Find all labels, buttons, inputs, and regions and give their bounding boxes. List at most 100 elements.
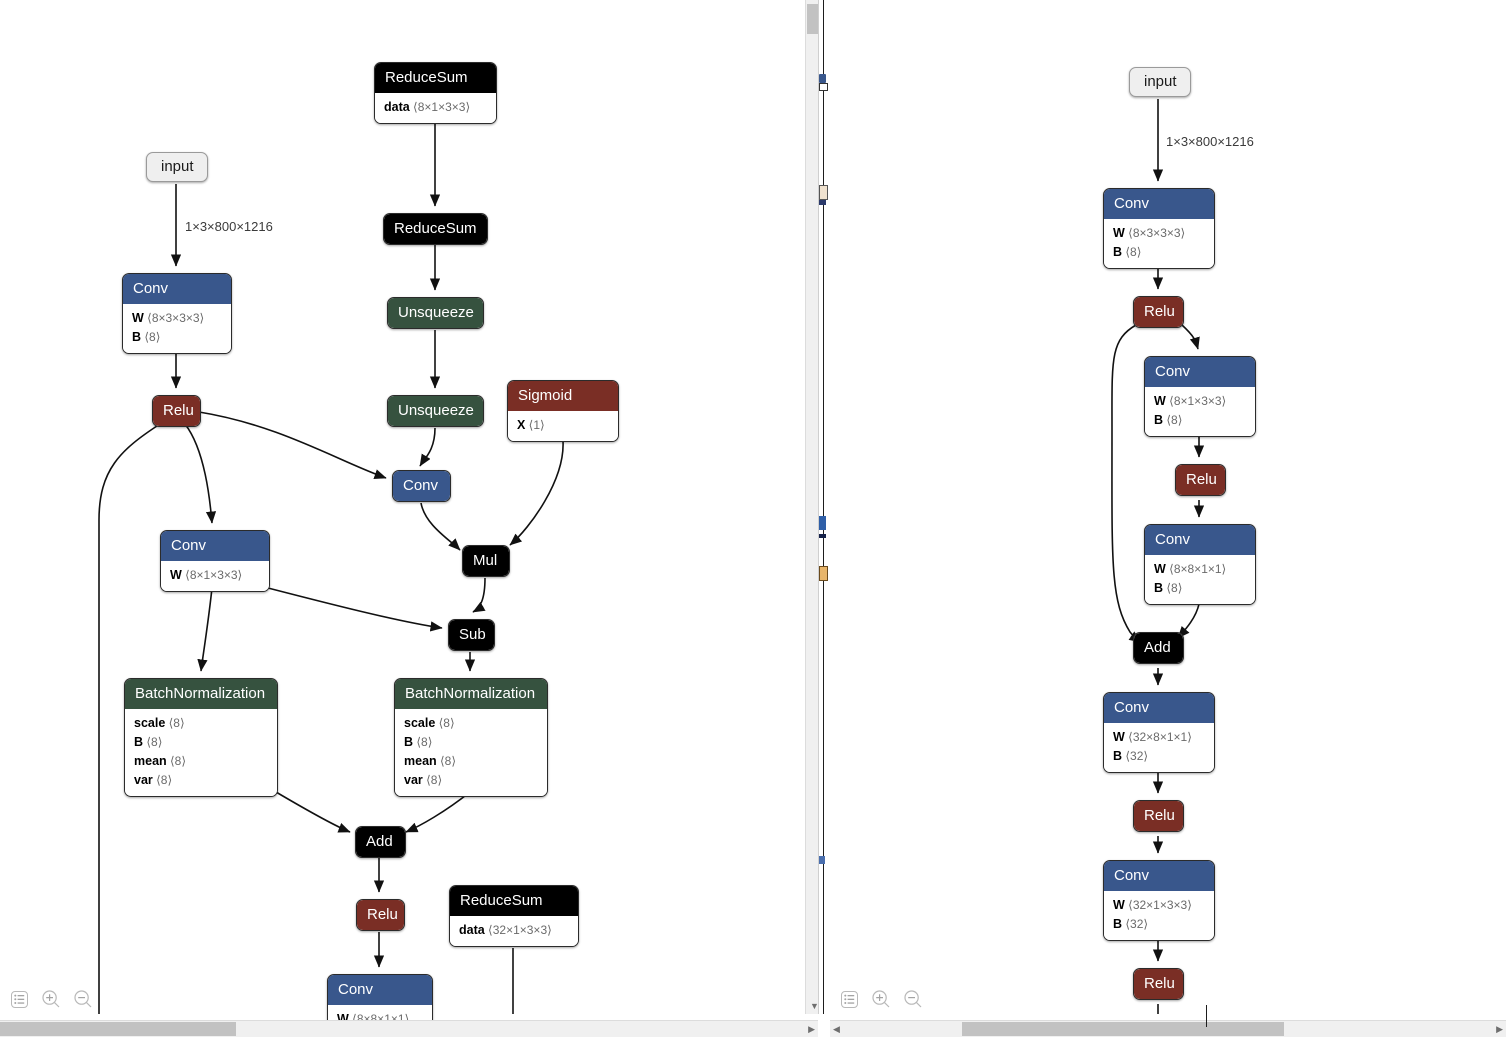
- graph-pane-sliver[interactable]: [818, 0, 828, 1014]
- list-icon[interactable]: [6, 986, 32, 1012]
- node-attribute-row: mean ⟨8⟩: [404, 752, 538, 771]
- attribute-shape: ⟨8⟩: [413, 735, 433, 749]
- node-title: BatchNormalization: [125, 679, 277, 709]
- node-attribute-row: B ⟨32⟩: [1113, 747, 1205, 766]
- attribute-shape: ⟨8⟩: [141, 330, 161, 344]
- graph-node-conv[interactable]: Conv W ⟨32×8×1×1⟩ B ⟨32⟩: [1103, 692, 1215, 773]
- graph-node-reducesum[interactable]: ReduceSum data ⟨8×1×3×3⟩: [374, 62, 497, 124]
- node-attribute-row: W ⟨8×3×3×3⟩: [1113, 224, 1205, 243]
- attribute-shape: ⟨32×1×3×3⟩: [1124, 898, 1192, 912]
- graph-node-relu[interactable]: Relu: [1175, 464, 1226, 496]
- scroll-left-arrow[interactable]: ◀: [833, 1025, 840, 1034]
- node-attributes: X ⟨1⟩: [508, 411, 618, 441]
- viewer-toolbar-left[interactable]: [6, 984, 96, 1014]
- node-title: Relu: [1134, 969, 1183, 999]
- node-attribute-row: B ⟨8⟩: [1154, 411, 1246, 430]
- node-attribute-row: data ⟨32×1×3×3⟩: [459, 921, 569, 940]
- viewer-toolbar-right[interactable]: [836, 984, 926, 1014]
- attribute-shape: ⟨8⟩: [422, 773, 443, 787]
- node-attributes: scale ⟨8⟩ B ⟨8⟩ mean ⟨8⟩ var ⟨8⟩: [125, 709, 277, 796]
- clipped-node-fragment: [819, 185, 828, 200]
- graph-node-reducesum[interactable]: ReduceSum: [383, 213, 488, 245]
- attribute-key: var: [404, 773, 423, 787]
- right-pane-horizontal-scrollbar[interactable]: ◀ ▶: [830, 1020, 1506, 1037]
- graph-node-unsqueeze[interactable]: Unsqueeze: [387, 297, 484, 329]
- graph-node-relu[interactable]: Relu: [1133, 296, 1184, 328]
- attribute-key: B: [404, 735, 414, 749]
- node-attributes: data ⟨32×1×3×3⟩: [450, 916, 578, 946]
- graph-node-conv[interactable]: Conv W ⟨8×3×3×3⟩ B ⟨8⟩: [122, 273, 232, 354]
- clipped-node-fragment: [819, 856, 825, 864]
- node-title: Relu: [1176, 465, 1225, 495]
- pane-divider[interactable]: [818, 0, 819, 1014]
- graph-canvas-right[interactable]: input Conv W ⟨8×3×3×3⟩ B ⟨8⟩ Relu Conv W ⟨8×1×…: [830, 0, 1506, 1036]
- attribute-shape: ⟨1⟩: [525, 418, 545, 432]
- attribute-key: B: [1113, 917, 1123, 931]
- attribute-key: B: [132, 330, 142, 344]
- node-attribute-row: data ⟨8×1×3×3⟩: [384, 98, 487, 117]
- scroll-right-arrow[interactable]: ▶: [1496, 1025, 1503, 1034]
- graph-pane-right[interactable]: input Conv W ⟨8×3×3×3⟩ B ⟨8⟩ Relu Conv W ⟨8×1×…: [830, 0, 1506, 1036]
- graph-node-relu[interactable]: Relu: [1133, 968, 1184, 1000]
- node-attribute-row: scale ⟨8⟩: [134, 714, 268, 733]
- graph-node-conv[interactable]: Conv W ⟨8×1×3×3⟩: [160, 530, 270, 592]
- node-attributes: W ⟨8×8×1×1⟩ B ⟨8⟩: [1145, 555, 1255, 604]
- graph-pane-left[interactable]: ReduceSum data ⟨8×1×3×3⟩ input ReduceSum Con…: [0, 0, 805, 1036]
- graph-node-relu[interactable]: Relu: [356, 899, 405, 931]
- graph-node-conv[interactable]: Conv W ⟨8×3×3×3⟩ B ⟨8⟩: [1103, 188, 1215, 269]
- graph-node-conv[interactable]: Conv W ⟨8×8×1×1⟩ B ⟨8⟩: [1144, 524, 1256, 605]
- attribute-shape: ⟨8×8×1×1⟩: [1165, 562, 1227, 576]
- clipped-node-fragment: [819, 534, 826, 538]
- node-attributes: scale ⟨8⟩ B ⟨8⟩ mean ⟨8⟩ var ⟨8⟩: [395, 709, 547, 796]
- graph-node-input[interactable]: input: [146, 152, 208, 182]
- attribute-shape: ⟨32⟩: [1122, 917, 1149, 931]
- graph-node-relu[interactable]: Relu: [152, 395, 201, 427]
- graph-node-add[interactable]: Add: [355, 826, 406, 858]
- node-title: Unsqueeze: [388, 298, 483, 328]
- attribute-shape: ⟨8×3×3×3⟩: [1124, 226, 1186, 240]
- scrollbar-thumb[interactable]: [962, 1022, 1284, 1036]
- graph-node-batchnormalization[interactable]: BatchNormalization scale ⟨8⟩ B ⟨8⟩ mean ⟨8⟩…: [394, 678, 548, 797]
- node-title: Relu: [1134, 297, 1183, 327]
- zoom-in-icon[interactable]: [38, 986, 64, 1012]
- list-icon[interactable]: [836, 986, 862, 1012]
- graph-node-conv[interactable]: Conv W ⟨32×1×3×3⟩ B ⟨32⟩: [1103, 860, 1215, 941]
- graph-node-conv[interactable]: Conv W ⟨8×1×3×3⟩ B ⟨8⟩: [1144, 356, 1256, 437]
- graph-edges-left: [98, 124, 564, 1014]
- node-title: ReduceSum: [375, 63, 496, 93]
- graph-node-batchnormalization[interactable]: BatchNormalization scale ⟨8⟩ B ⟨8⟩ mean ⟨8⟩…: [124, 678, 278, 797]
- attribute-key: scale: [404, 716, 436, 730]
- node-attribute-row: W ⟨32×1×3×3⟩: [1113, 896, 1205, 915]
- graph-canvas-left[interactable]: ReduceSum data ⟨8×1×3×3⟩ input ReduceSum Con…: [0, 0, 805, 1036]
- attribute-shape: ⟨8⟩: [166, 754, 187, 768]
- graph-node-mul[interactable]: Mul: [462, 545, 510, 577]
- graph-node-reducesum[interactable]: ReduceSum data ⟨32×1×3×3⟩: [449, 885, 579, 947]
- graph-node-add[interactable]: Add: [1133, 632, 1184, 664]
- node-title: Conv: [1104, 189, 1214, 219]
- graph-node-unsqueeze[interactable]: Unsqueeze: [387, 395, 484, 427]
- graph-node-relu[interactable]: Relu: [1133, 800, 1184, 832]
- node-title: Sub: [449, 620, 494, 650]
- graph-node-sub[interactable]: Sub: [448, 619, 495, 651]
- scrollbar-thumb[interactable]: [0, 1022, 236, 1036]
- attribute-key: data: [384, 100, 410, 114]
- node-attribute-row: B ⟨32⟩: [1113, 915, 1205, 934]
- graph-node-sigmoid[interactable]: Sigmoid X ⟨1⟩: [507, 380, 619, 442]
- scroll-right-arrow[interactable]: ▶: [808, 1025, 815, 1034]
- graph-node-input[interactable]: input: [1129, 67, 1191, 97]
- zoom-in-icon[interactable]: [868, 986, 894, 1012]
- attribute-key: W: [1154, 562, 1166, 576]
- clipped-node-fragment: [819, 566, 828, 581]
- zoom-out-icon[interactable]: [900, 986, 926, 1012]
- zoom-out-icon[interactable]: [70, 986, 96, 1012]
- attribute-key: B: [134, 735, 144, 749]
- attribute-shape: ⟨8×1×3×3⟩: [1165, 394, 1227, 408]
- node-attribute-row: W ⟨8×1×3×3⟩: [1154, 392, 1246, 411]
- attribute-key: B: [1154, 413, 1164, 427]
- edge-shape-label: 1×3×800×1216: [1166, 134, 1254, 149]
- left-pane-horizontal-scrollbar[interactable]: ▶: [0, 1020, 818, 1037]
- node-title: Unsqueeze: [388, 396, 483, 426]
- attribute-shape: ⟨32⟩: [1122, 749, 1149, 763]
- node-attributes: data ⟨8×1×3×3⟩: [375, 93, 496, 123]
- graph-node-conv[interactable]: Conv: [392, 470, 451, 502]
